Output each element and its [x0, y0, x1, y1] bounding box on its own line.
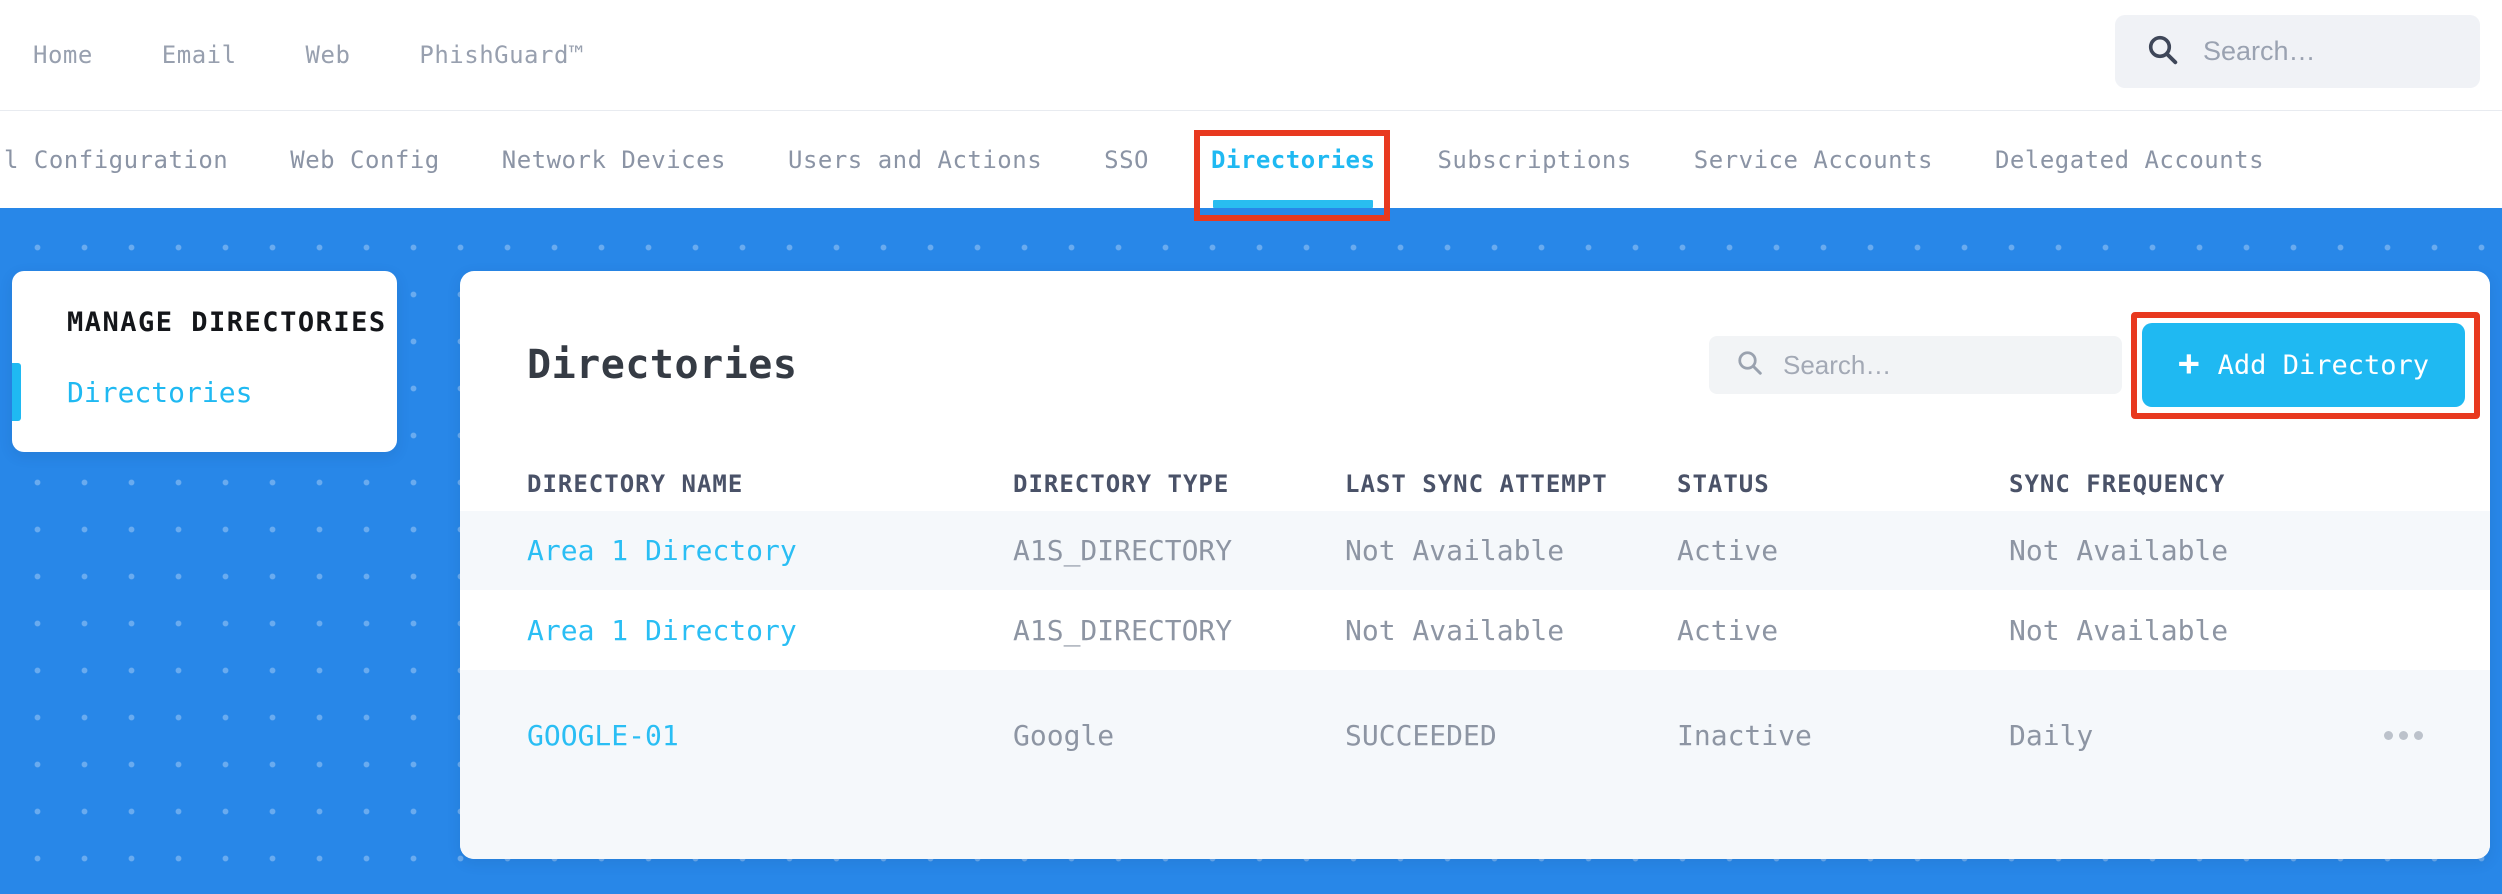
last-sync-cell: Not Available: [1345, 613, 1565, 647]
search-icon: [2145, 32, 2181, 72]
table-row: Area 1 Directory A1S_DIRECTORY Not Avail…: [460, 590, 2490, 669]
status-cell: Inactive: [1677, 718, 1812, 752]
tab-web-config[interactable]: Web Config: [290, 112, 440, 208]
nav-item-web[interactable]: Web: [306, 41, 351, 69]
settings-tab-bar: l Configuration Web Config Network Devic…: [0, 112, 2502, 221]
sidebar-card-title: MANAGE DIRECTORIES: [67, 307, 387, 338]
status-cell: Active: [1677, 534, 1779, 568]
table-row: GOOGLE-01 Google SUCCEEDED Inactive Dail…: [460, 669, 2490, 859]
tab-directories[interactable]: Directories: [1194, 112, 1391, 221]
directories-search-placeholder: Search…: [1782, 349, 1892, 380]
nav-item-phishguard[interactable]: PhishGuard™: [419, 41, 583, 69]
sidebar-item-directories[interactable]: Directories: [67, 376, 252, 409]
tab-delegated-accounts[interactable]: Delegated Accounts: [1995, 112, 2264, 208]
directory-type-cell: Google: [1013, 718, 1115, 752]
ellipsis-icon[interactable]: [2373, 708, 2423, 764]
manage-directories-card: MANAGE DIRECTORIES Directories: [12, 271, 397, 452]
last-sync-cell: SUCCEEDED: [1345, 718, 1497, 752]
add-directory-button[interactable]: + Add Directory: [2141, 323, 2465, 407]
sync-frequency-cell: Daily: [2009, 718, 2094, 752]
column-header-sync-frequency: SYNC FREQUENCY: [2009, 470, 2226, 498]
directories-search-input[interactable]: Search…: [1708, 336, 2122, 394]
status-cell: Active: [1677, 613, 1779, 647]
directory-name-link[interactable]: GOOGLE-01: [527, 708, 1013, 764]
table-body: Area 1 Directory A1S_DIRECTORY Not Avail…: [460, 511, 2490, 859]
nav-item-email[interactable]: Email: [162, 41, 237, 69]
directories-panel: Directories Search… + Add Directory DIRE…: [460, 271, 2490, 859]
top-nav-items: Home Email Web PhishGuard™: [0, 41, 584, 69]
active-item-marker: [12, 363, 21, 421]
nav-item-home[interactable]: Home: [33, 41, 93, 69]
last-sync-cell: Not Available: [1345, 534, 1565, 568]
sync-frequency-cell: Not Available: [2009, 613, 2229, 647]
tab-email-configuration[interactable]: l Configuration: [4, 112, 228, 208]
directory-name-link[interactable]: Area 1 Directory: [527, 614, 1013, 647]
active-tab-underline: [1213, 200, 1374, 208]
panel-title: Directories: [527, 342, 798, 388]
tab-network-devices[interactable]: Network Devices: [502, 112, 726, 208]
search-icon: [1735, 348, 1765, 382]
page: Home Email Web PhishGuard™ Search… l Con…: [0, 0, 2502, 894]
top-nav: Home Email Web PhishGuard™ Search…: [0, 0, 2502, 111]
column-header-last-sync-attempt: LAST SYNC ATTEMPT: [1345, 470, 1608, 498]
tab-sso[interactable]: SSO: [1104, 112, 1149, 208]
column-header-directory-name: DIRECTORY NAME: [527, 470, 744, 498]
column-header-directory-type: DIRECTORY TYPE: [1013, 470, 1230, 498]
plus-icon: +: [2177, 342, 2200, 384]
add-directory-wrap: + Add Directory: [2130, 312, 2480, 419]
column-header-status: STATUS: [1677, 470, 1770, 498]
table-row: Area 1 Directory A1S_DIRECTORY Not Avail…: [460, 511, 2490, 591]
directory-name-link[interactable]: Area 1 Directory: [527, 534, 1013, 567]
add-directory-label: Add Directory: [2217, 349, 2429, 381]
global-search-placeholder: Search…: [2203, 36, 2316, 66]
tab-service-accounts[interactable]: Service Accounts: [1694, 112, 1933, 208]
table-header-row: DIRECTORY NAME DIRECTORY TYPE LAST SYNC …: [527, 457, 2423, 511]
directory-type-cell: A1S_DIRECTORY: [1013, 613, 1233, 647]
sync-frequency-cell: Not Available: [2009, 534, 2229, 568]
global-search-input[interactable]: Search…: [2115, 15, 2480, 88]
content-background: MANAGE DIRECTORIES Directories Directori…: [0, 208, 2502, 894]
tab-users-and-actions[interactable]: Users and Actions: [788, 112, 1042, 208]
tab-subscriptions[interactable]: Subscriptions: [1437, 112, 1631, 208]
directory-type-cell: A1S_DIRECTORY: [1013, 534, 1233, 568]
panel-header: Directories Search… + Add Directory: [527, 312, 2480, 419]
